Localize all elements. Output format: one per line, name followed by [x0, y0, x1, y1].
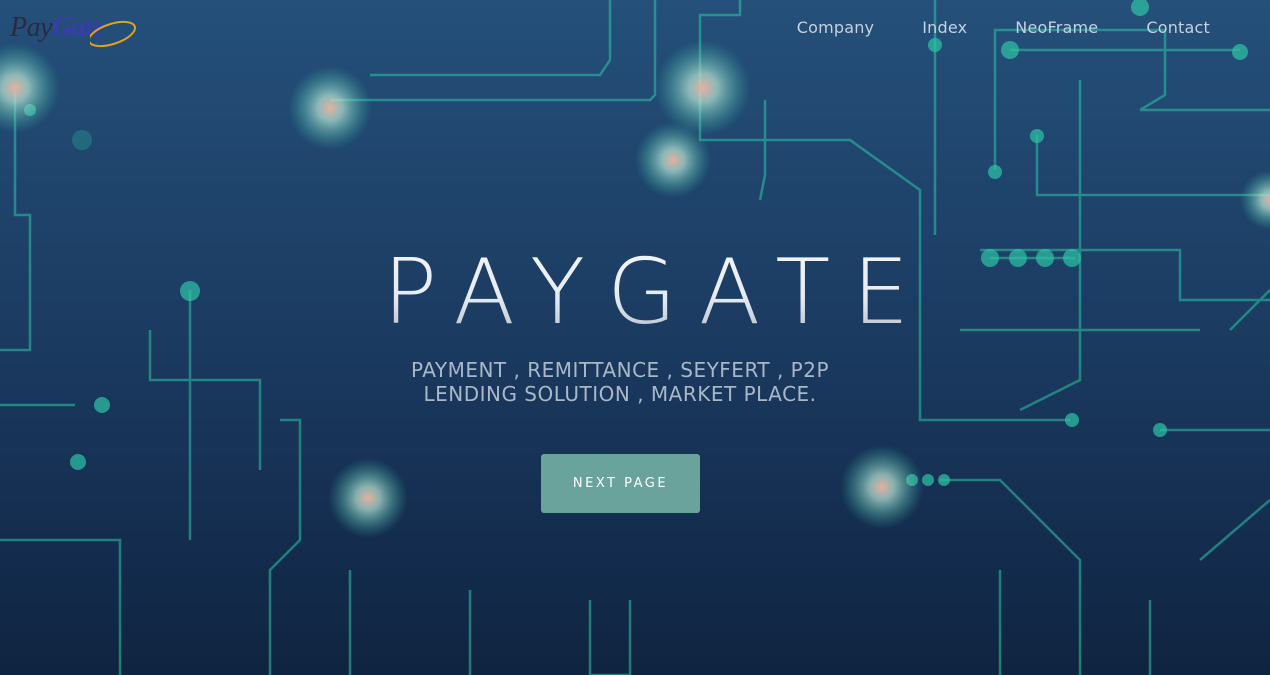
logo-swoosh-icon: [90, 20, 137, 48]
top-nav: Company Index NeoFrame Contact: [797, 18, 1210, 37]
hero-title: PAYGATE: [0, 240, 1270, 345]
hero-subtitle-line1: PAYMENT , REMITTANCE , SEYFERT , P2P: [410, 358, 830, 382]
next-page-button[interactable]: NEXT PAGE: [541, 454, 700, 513]
hero-subtitle: PAYMENT , REMITTANCE , SEYFERT , P2P LEN…: [0, 358, 1240, 406]
nav-neoframe[interactable]: NeoFrame: [1015, 18, 1098, 37]
hero-subtitle-line2: LENDING SOLUTION , MARKET PLACE.: [423, 382, 817, 406]
nav-contact[interactable]: Contact: [1146, 18, 1210, 37]
logo-pay: Pay: [10, 12, 53, 43]
nav-company[interactable]: Company: [797, 18, 875, 37]
nav-index[interactable]: Index: [922, 18, 967, 37]
paygate-logo[interactable]: PayGate: [10, 8, 137, 48]
